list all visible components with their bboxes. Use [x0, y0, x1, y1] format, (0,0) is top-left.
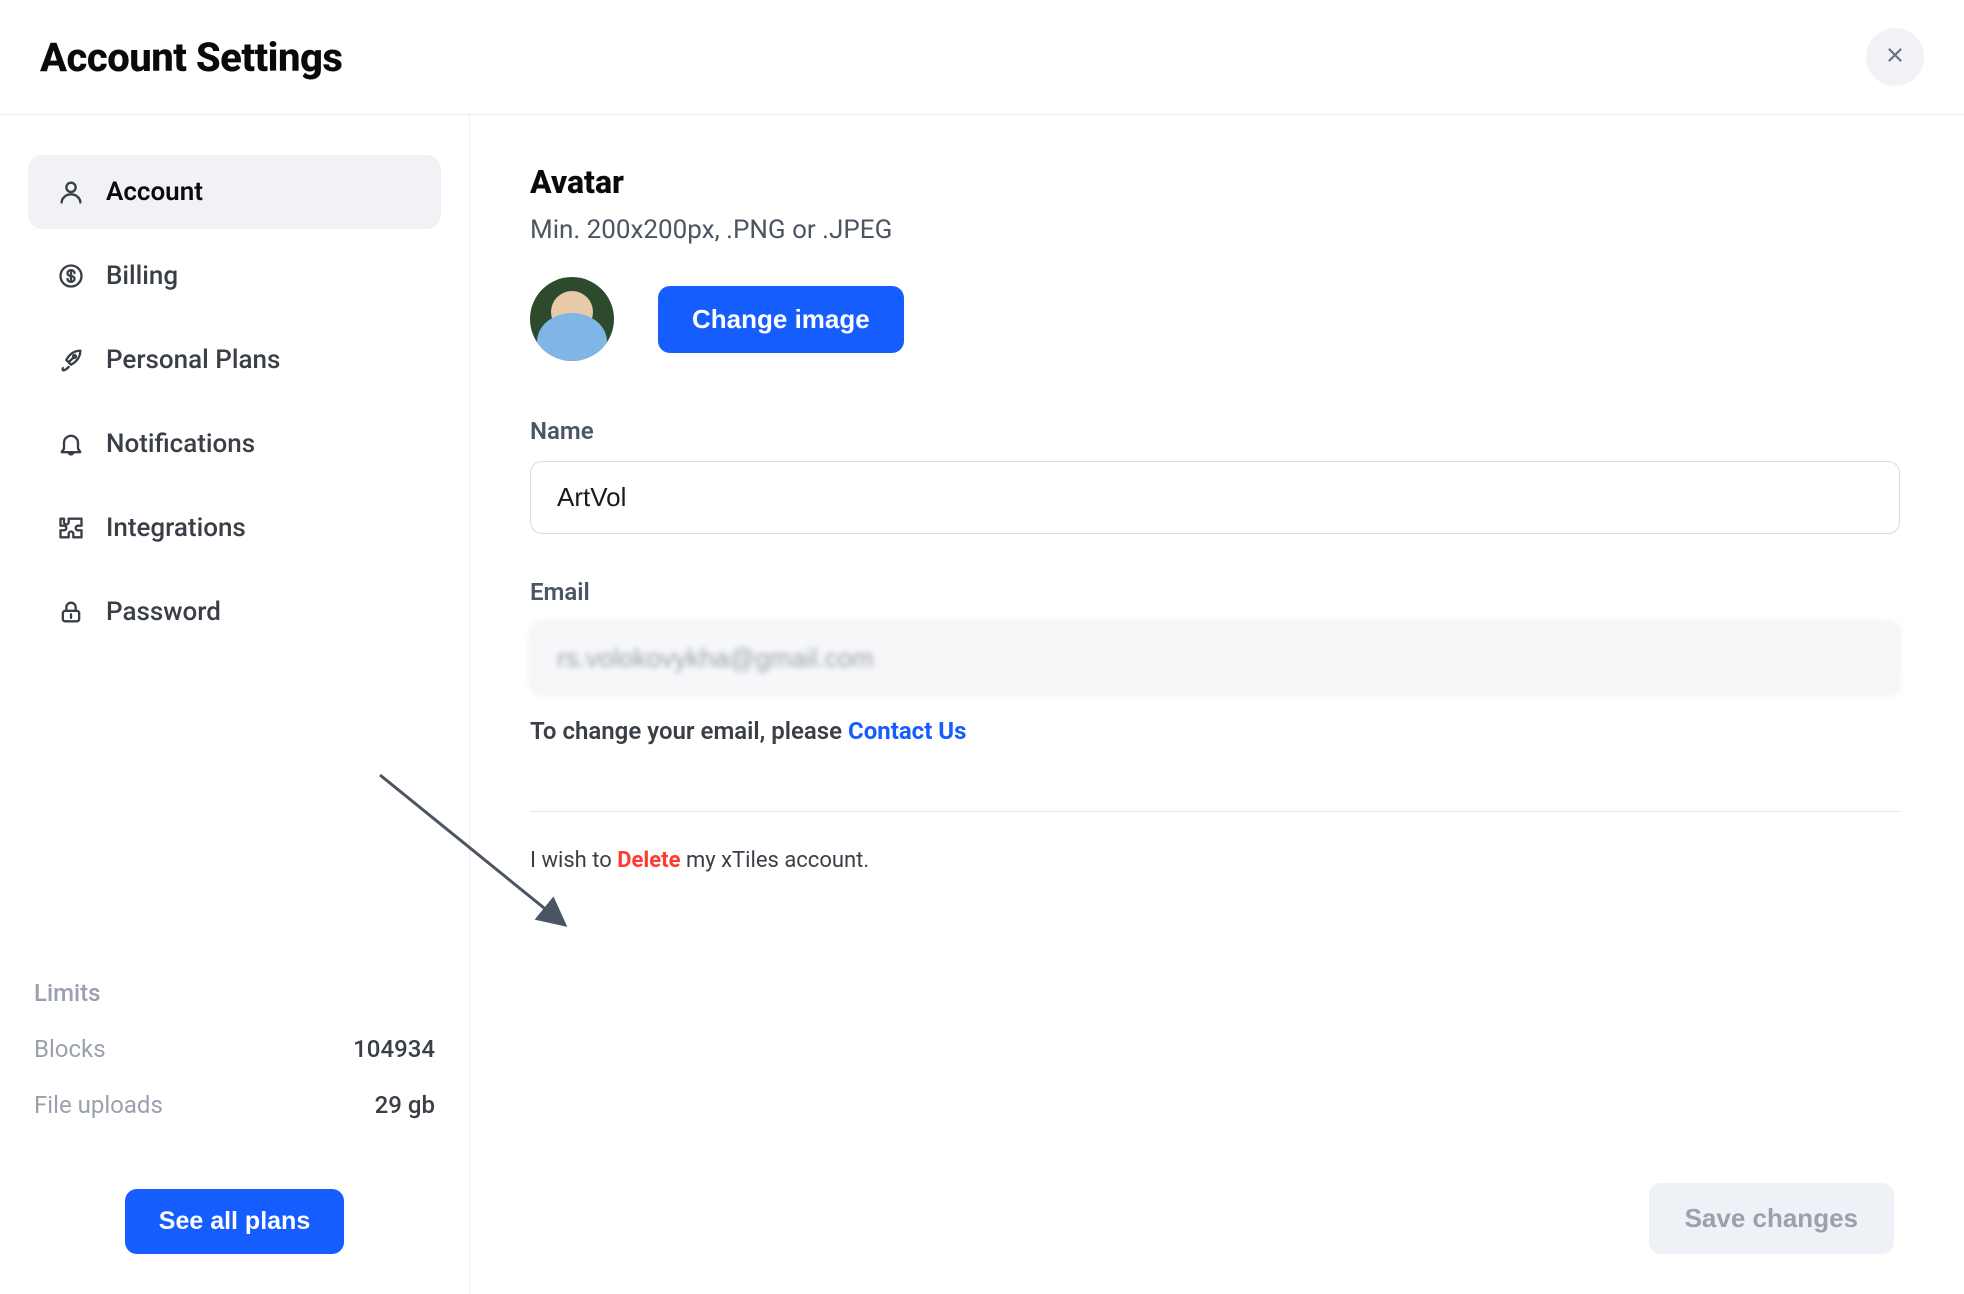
- avatar-section-subtitle: Min. 200x200px, .PNG or .JPEG: [530, 215, 1904, 245]
- page-title: Account Settings: [40, 34, 342, 81]
- puzzle-icon: [56, 513, 86, 543]
- email-change-hint: To change your email, please Contact Us: [530, 717, 1900, 745]
- close-button[interactable]: [1866, 28, 1924, 86]
- delete-suffix: my xTiles account.: [686, 848, 869, 873]
- rocket-icon: [56, 345, 86, 375]
- limit-value: 104934: [353, 1035, 435, 1063]
- email-input: [530, 622, 1900, 695]
- email-label: Email: [530, 578, 1900, 606]
- sidebar-item-label: Billing: [106, 261, 178, 291]
- name-label: Name: [530, 417, 1900, 445]
- limit-label: Blocks: [34, 1035, 106, 1063]
- sidebar-item-password[interactable]: Password: [28, 575, 441, 649]
- limit-label: File uploads: [34, 1091, 163, 1119]
- sidebar-item-account[interactable]: Account: [28, 155, 441, 229]
- section-divider: [530, 811, 1900, 812]
- delete-account-link[interactable]: Delete: [617, 848, 680, 873]
- lock-icon: [56, 597, 86, 627]
- sidebar-item-label: Account: [106, 177, 203, 207]
- sidebar-item-personal-plans[interactable]: Personal Plans: [28, 323, 441, 397]
- avatar[interactable]: [530, 277, 614, 361]
- sidebar-item-notifications[interactable]: Notifications: [28, 407, 441, 481]
- change-image-button[interactable]: Change image: [658, 286, 904, 353]
- name-input[interactable]: [530, 461, 1900, 534]
- sidebar-item-label: Notifications: [106, 429, 255, 459]
- delete-prefix: I wish to: [530, 848, 617, 873]
- limits-title: Limits: [34, 979, 435, 1007]
- email-hint-prefix: To change your email, please: [530, 717, 848, 745]
- limit-value: 29 gb: [375, 1091, 435, 1119]
- sidebar-item-billing[interactable]: Billing: [28, 239, 441, 313]
- sidebar-item-label: Personal Plans: [106, 345, 280, 375]
- save-changes-button[interactable]: Save changes: [1649, 1183, 1894, 1254]
- see-all-plans-button[interactable]: See all plans: [125, 1189, 344, 1254]
- sidebar-item-label: Integrations: [106, 513, 246, 543]
- limits-section: Limits Blocks 104934 File uploads 29 gb: [28, 979, 441, 1147]
- delete-account-line: I wish to Delete my xTiles account.: [530, 848, 1904, 873]
- contact-us-link[interactable]: Contact Us: [848, 717, 966, 745]
- avatar-section-title: Avatar: [530, 163, 1904, 201]
- limit-row-blocks: Blocks 104934: [34, 1035, 435, 1063]
- sidebar-nav: Account Billing Personal Plans: [28, 155, 441, 659]
- close-icon: [1884, 44, 1906, 70]
- sidebar-item-label: Password: [106, 597, 221, 627]
- dollar-icon: [56, 261, 86, 291]
- bell-icon: [56, 429, 86, 459]
- limit-row-uploads: File uploads 29 gb: [34, 1091, 435, 1119]
- user-icon: [56, 177, 86, 207]
- sidebar-item-integrations[interactable]: Integrations: [28, 491, 441, 565]
